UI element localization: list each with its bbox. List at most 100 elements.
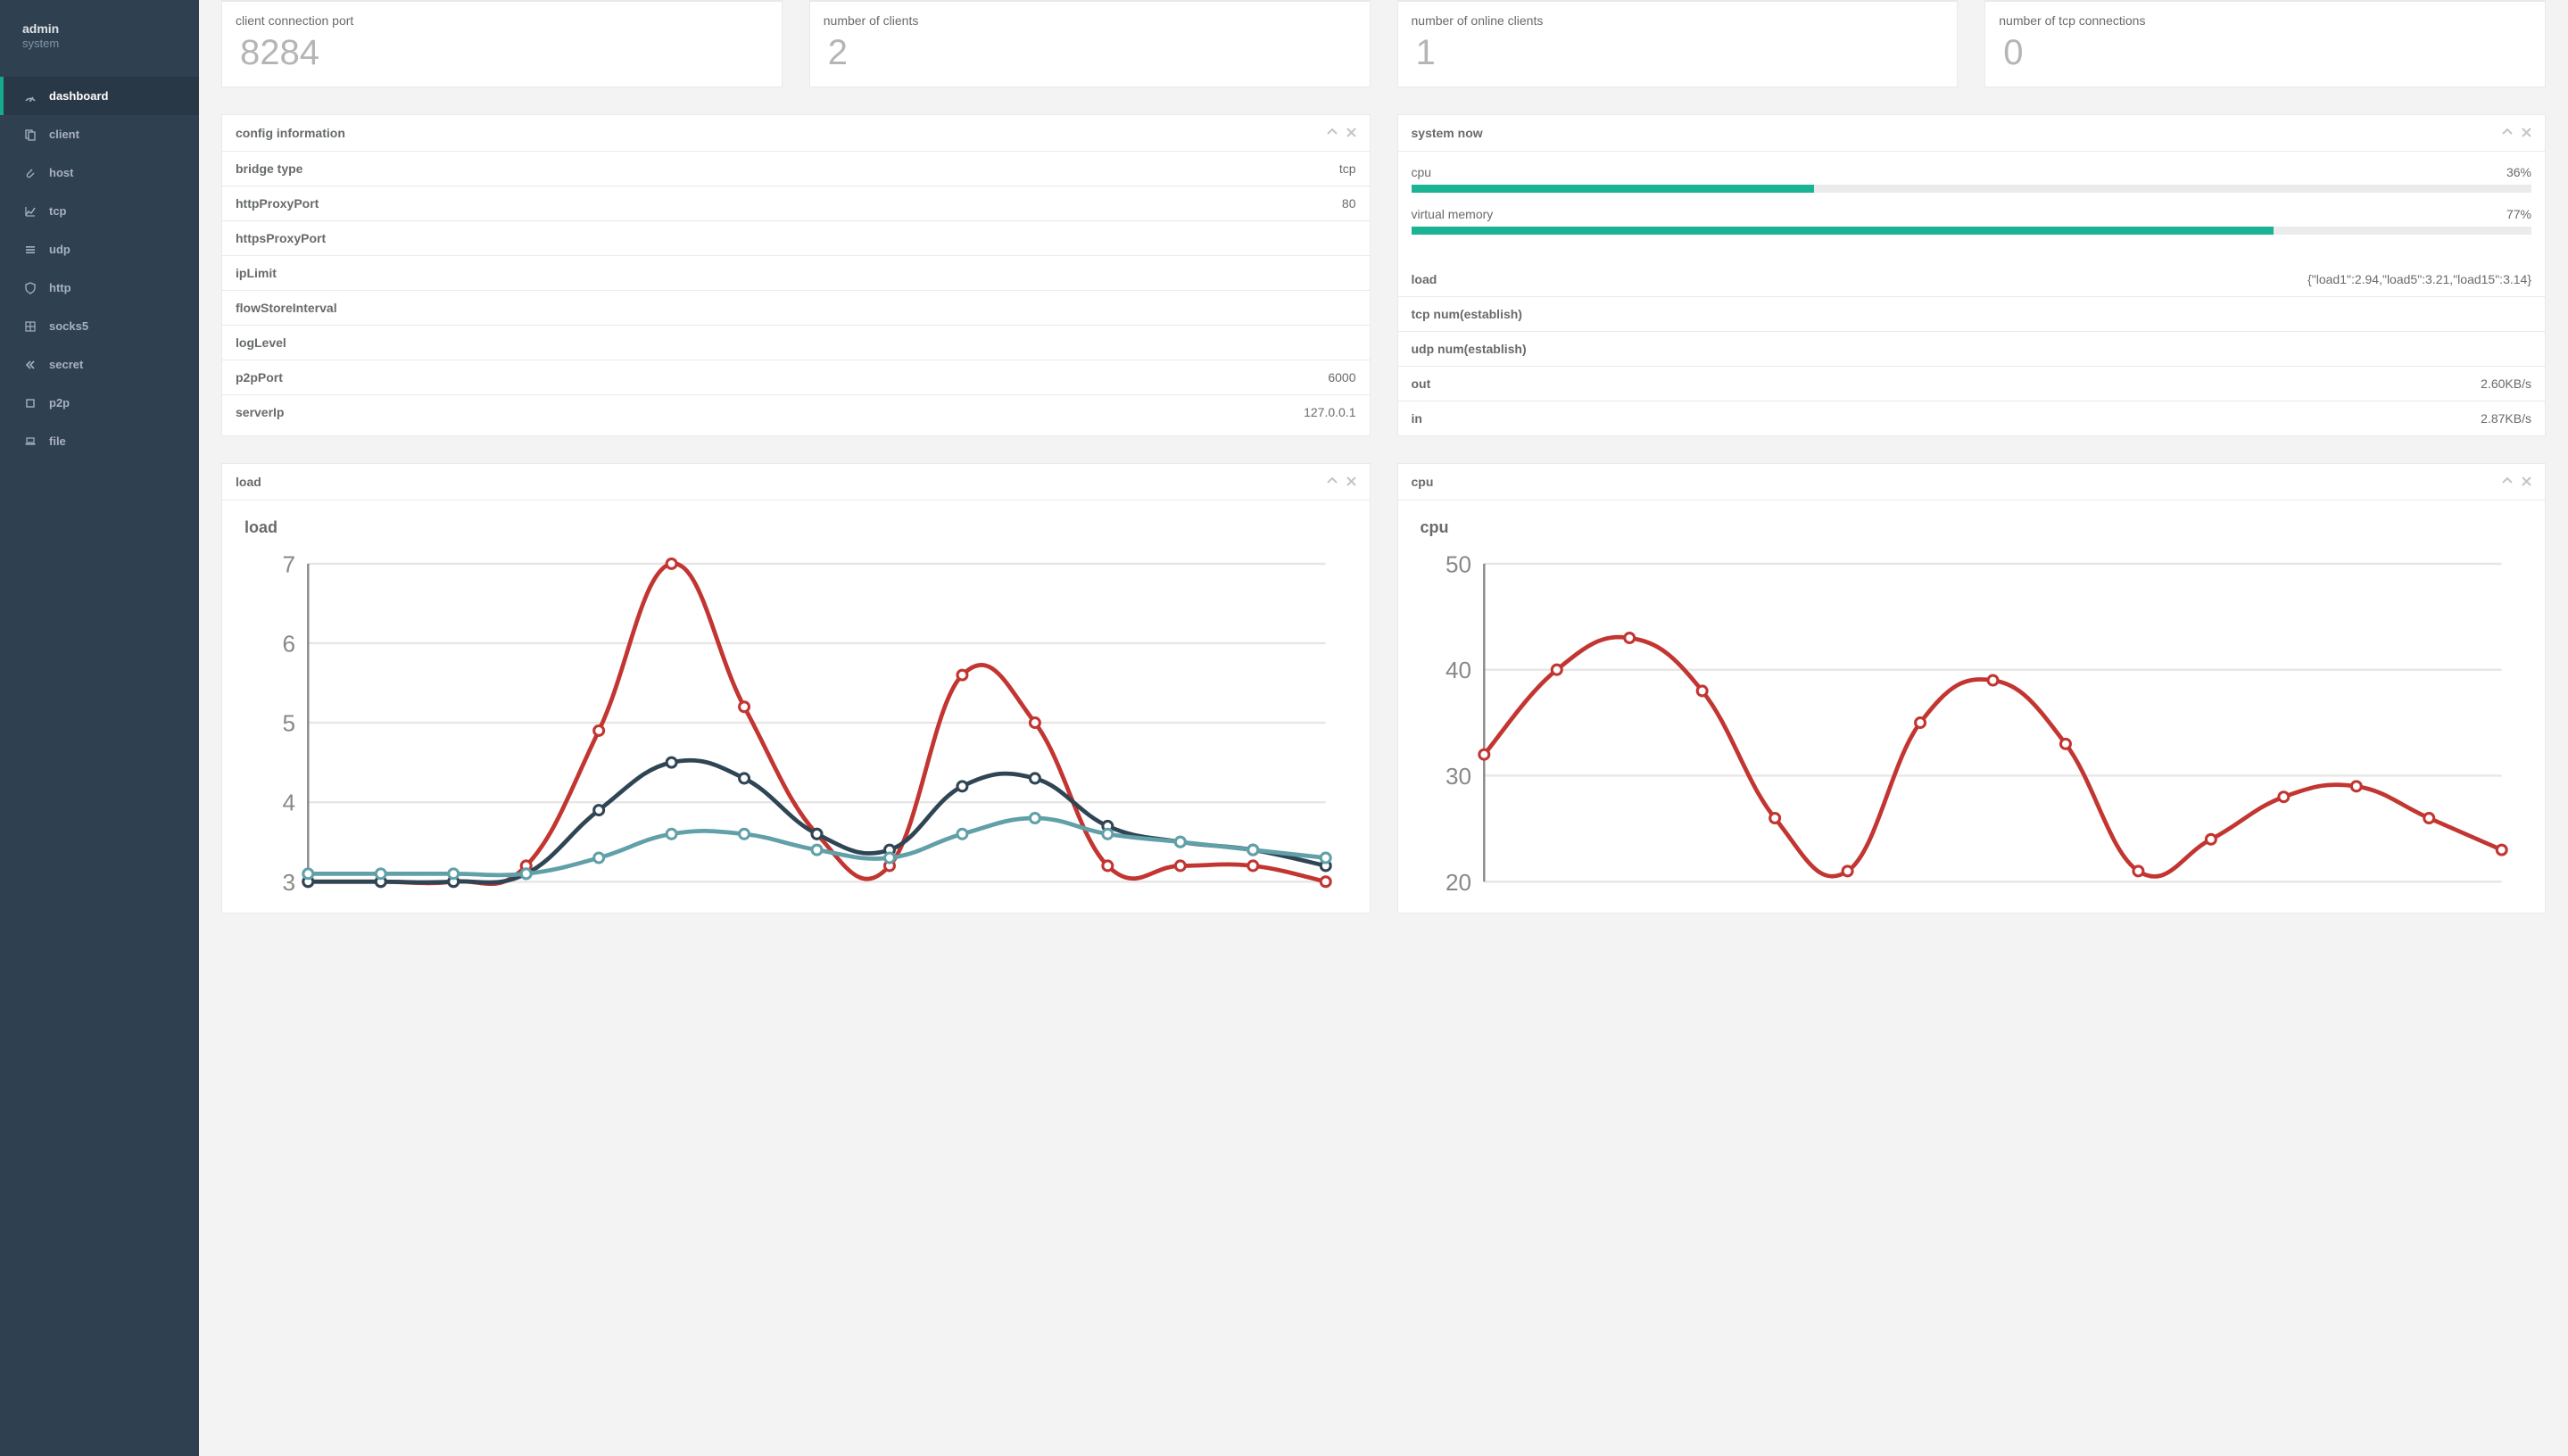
sidebar-item-label: p2p [49,396,70,410]
kv-key: bridge type [236,161,302,176]
collapse-icon[interactable] [2502,476,2513,489]
svg-text:50: 50 [1445,553,1470,577]
sidebar: admin system dashboard client host tcp udp ht… [0,0,199,1456]
kv-key: flowStoreInterval [236,301,337,315]
stat-card: number of clients2 [809,0,1371,87]
sidebar-item-tcp[interactable]: tcp [0,192,199,230]
kv-value: 2.87KB/s [2481,411,2531,426]
load-chart-panel: load load 34567 [221,463,1371,914]
cpu-chart-title: cpu [1421,518,2523,537]
chart-series-cpu [1484,637,2501,876]
kv-row: tcp num(establish) [1398,296,2546,331]
sidebar-item-label: client [49,128,79,141]
config-information-panel: config information bridge type tcp httpPro… [221,114,1371,436]
panel-title: cpu [1412,475,1434,489]
sidebar-user: admin [22,21,177,37]
vmem-progress-block: virtual memory 77% [1412,207,2532,235]
close-icon[interactable] [1346,476,1356,489]
shield-icon [22,282,38,294]
stat-value: 0 [1985,28,2545,87]
panel-title: load [236,475,261,489]
kv-row: load {"load1":2.94,"load5":3.21,"load15":… [1398,262,2546,296]
kv-row: logLevel [222,325,1370,360]
bars-icon [22,244,38,256]
kv-value: 80 [1342,196,1356,211]
kv-row: bridge type tcp [222,152,1370,186]
kv-value: {"load1":2.94,"load5":3.21,"load15":3.14… [2307,272,2531,286]
kv-row: p2pPort 6000 [222,360,1370,394]
sidebar-nav: dashboard client host tcp udp http socks5 secre… [0,77,199,460]
sidebar-item-http[interactable]: http [0,269,199,307]
kv-row: in 2.87KB/s [1398,401,2546,435]
load-chart-body: load 34567 [222,500,1370,913]
sidebar-item-label: file [49,434,66,448]
stat-value: 2 [810,28,1370,87]
vmem-progress-fill [1412,227,2274,235]
stat-label: number of clients [810,2,1370,28]
kv-value: tcp [1339,161,1356,176]
system-now-panel: system now cpu 36% [1397,114,2547,436]
sidebar-item-p2p[interactable]: p2p [0,384,199,422]
kv-row: serverIp127.0.0.1 [222,394,1370,429]
sidebar-item-host[interactable]: host [0,153,199,192]
kv-row: httpProxyPort 80 [222,186,1370,220]
vmem-progress-label: virtual memory [1412,207,1494,221]
collapse-icon[interactable] [1327,127,1338,140]
cpu-progress-value: 36% [2506,165,2531,179]
close-icon[interactable] [1346,127,1356,140]
table-icon [22,320,38,333]
forward-icon [22,359,38,371]
laptop-icon [22,435,38,448]
kv-key: in [1412,411,1422,426]
panel-header: config information [222,115,1370,152]
sidebar-item-dashboard[interactable]: dashboard [0,77,199,115]
cpu-chart-svg: 20 30 40 50 [1421,553,2523,892]
svg-text:40: 40 [1445,657,1470,683]
vmem-progress-bar [1412,227,2532,235]
sidebar-item-client[interactable]: client [0,115,199,153]
sidebar-item-socks5[interactable]: socks5 [0,307,199,345]
cpu-progress-bar [1412,185,2532,193]
attach-icon [22,167,38,179]
stat-card: client connection port8284 [221,0,783,87]
load-chart-title: load [244,518,1347,537]
stat-label: number of tcp connections [1985,2,2545,28]
sidebar-item-udp[interactable]: udp [0,230,199,269]
svg-text:4: 4 [283,790,296,816]
cpu-progress-fill [1412,185,1815,193]
kv-row: ipLimit [222,255,1370,290]
kv-key: p2pPort [236,370,283,385]
svg-text:3: 3 [283,869,296,892]
collapse-icon[interactable] [2502,127,2513,140]
sidebar-item-secret[interactable]: secret [0,345,199,384]
stats-row: client connection port8284 number of clie… [221,0,2546,87]
close-icon[interactable] [2522,127,2531,140]
sidebar-item-label: http [49,281,71,294]
system-now-rows: load {"load1":2.94,"load5":3.21,"load15":… [1398,262,2546,435]
close-icon[interactable] [2522,476,2531,489]
kv-value: 6000 [1328,370,1355,385]
load-chart-svg: 34567 [244,553,1347,892]
sidebar-header: admin system [0,0,199,68]
panel-header: load [222,464,1370,500]
sidebar-item-label: secret [49,358,83,371]
main-content: client connection port8284 number of clie… [199,0,2568,1456]
cpu-progress-label: cpu [1412,165,1432,179]
sidebar-item-file[interactable]: file [0,422,199,460]
copy-icon [22,128,38,141]
svg-text:20: 20 [1445,869,1470,892]
line-chart-icon [22,205,38,218]
kv-key: load [1412,272,1437,286]
collapse-icon[interactable] [1327,476,1338,489]
sidebar-role: system [22,37,177,50]
svg-text:30: 30 [1445,763,1470,790]
kv-key: tcp num(establish) [1412,307,1522,321]
sidebar-item-label: tcp [49,204,67,218]
cpu-chart-body: cpu 20 30 40 50 [1398,500,2546,913]
panel-title: config information [236,126,345,140]
kv-key: httpProxyPort [236,196,319,211]
kv-value: 2.60KB/s [2481,376,2531,391]
stat-value: 8284 [222,28,782,87]
panel-header: cpu [1398,464,2546,500]
kv-key: serverIp [236,405,284,419]
